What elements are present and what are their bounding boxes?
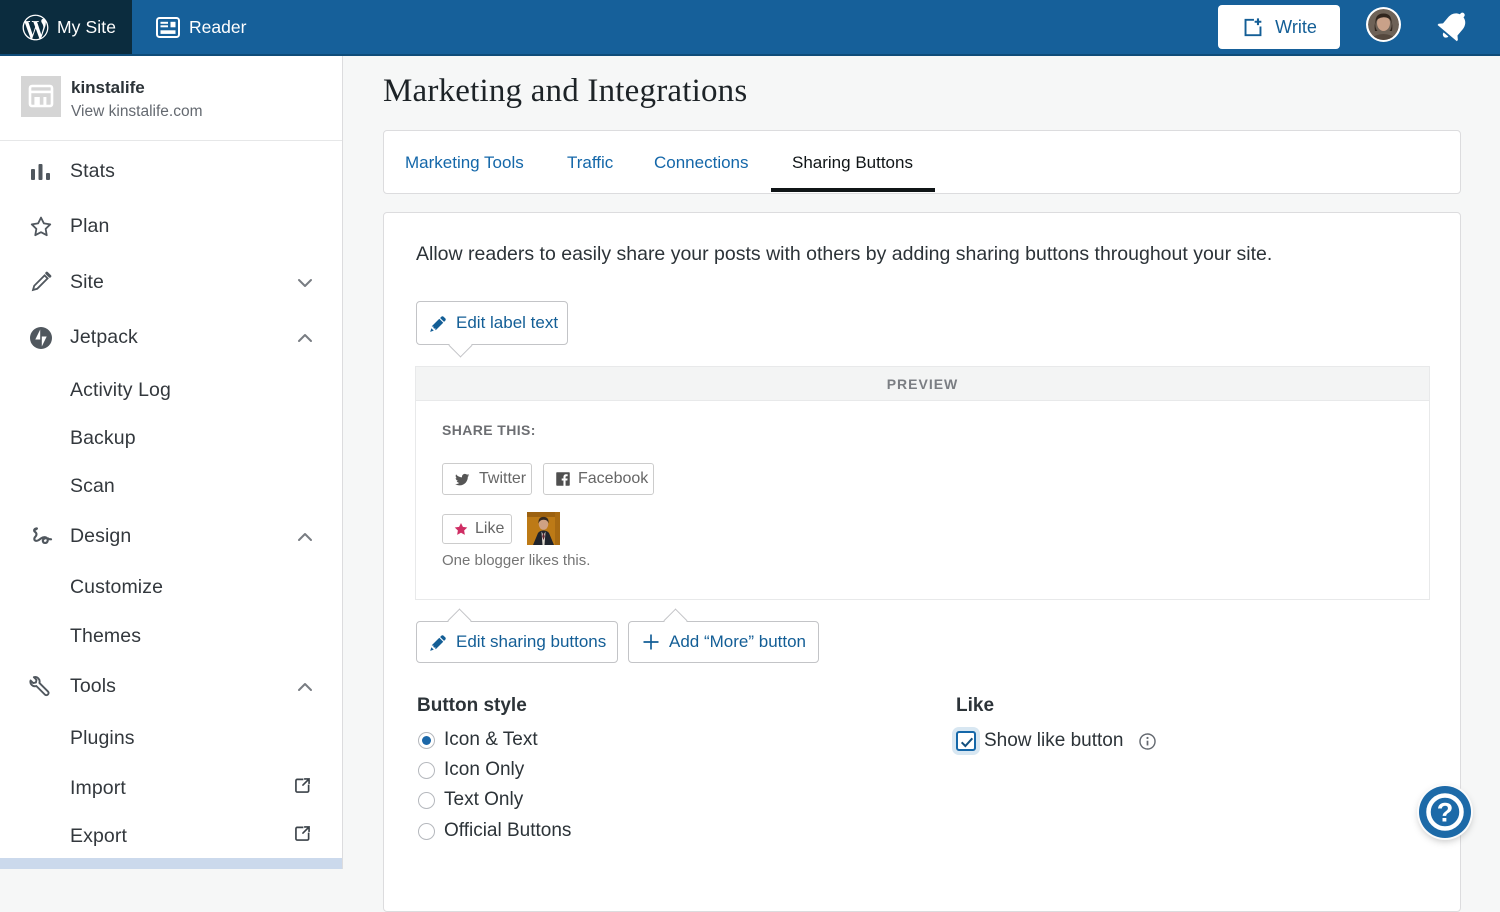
svg-text:?: ? [1437, 798, 1454, 828]
